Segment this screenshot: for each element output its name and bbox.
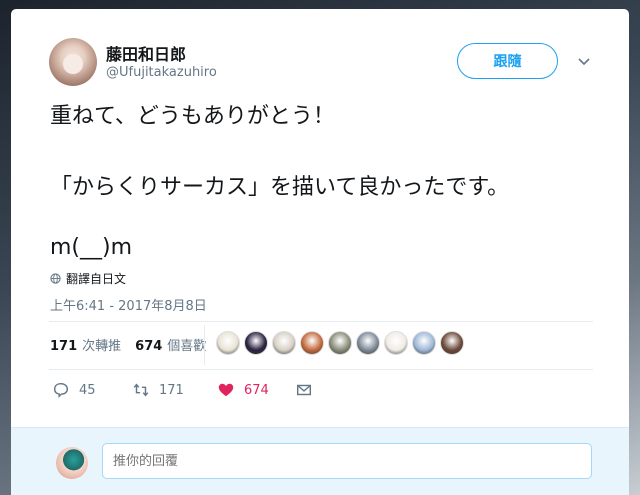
tweet-timestamp[interactable]: 上午6:41 - 2017年8月8日 xyxy=(50,295,207,314)
retweet-stat-count: 171 xyxy=(50,338,78,354)
stats-separator xyxy=(204,325,205,365)
avatar-7[interactable] xyxy=(384,331,408,355)
translate-link[interactable]: 翻譯自日文 xyxy=(50,270,126,287)
user-display-name[interactable]: 藤田和日郎 xyxy=(106,41,186,65)
like-stat[interactable]: 674 個喜歡 xyxy=(135,335,206,354)
retweet-stat[interactable]: 171 次轉推 xyxy=(50,335,121,354)
like-button[interactable]: 674 xyxy=(217,381,295,399)
retweet-stat-label: 次轉推 xyxy=(82,338,122,354)
user-handle[interactable]: @Ufujitakazuhiro xyxy=(106,65,217,80)
chevron-down-icon[interactable] xyxy=(577,54,591,68)
like-stat-count: 674 xyxy=(135,338,163,354)
avatar-9[interactable] xyxy=(440,331,464,355)
avatar-3[interactable] xyxy=(272,331,296,355)
avatar-6[interactable] xyxy=(356,331,380,355)
reply-input[interactable] xyxy=(102,443,592,479)
like-count: 674 xyxy=(244,382,269,398)
reply-bar xyxy=(11,427,629,495)
like-stat-label: 個喜歡 xyxy=(167,338,207,354)
avatar-1[interactable] xyxy=(216,331,240,355)
reply-icon xyxy=(53,382,69,399)
tweet-actions: 45 171 674 xyxy=(52,381,313,399)
envelope-icon xyxy=(296,384,312,396)
direct-message-button[interactable] xyxy=(295,381,313,399)
follow-button[interactable]: 跟隨 xyxy=(457,43,558,79)
avatar-5[interactable] xyxy=(328,331,352,355)
avatar-8[interactable] xyxy=(412,331,436,355)
current-user-avatar xyxy=(56,447,88,479)
avatar-2[interactable] xyxy=(244,331,268,355)
globe-icon xyxy=(50,273,61,284)
divider xyxy=(49,321,593,322)
heart-icon xyxy=(218,383,234,397)
tweet-text-line-3: m(__)m xyxy=(50,235,133,260)
translate-label: 翻譯自日文 xyxy=(66,272,127,286)
reply-count: 45 xyxy=(79,382,96,398)
retweet-count: 171 xyxy=(159,382,184,398)
tweet-stats: 171 次轉推 674 個喜歡 xyxy=(50,335,206,354)
tweet-text-line-2: 「からくりサーカス」を描いて良かったです。 xyxy=(50,175,510,200)
divider xyxy=(49,369,593,370)
avatar-4[interactable] xyxy=(300,331,324,355)
retweet-button[interactable]: 171 xyxy=(132,381,217,399)
tweet-card: 藤田和日郎 @Ufujitakazuhiro 跟隨 重ねて、どうもありがとう！ … xyxy=(11,9,629,495)
reply-button[interactable]: 45 xyxy=(52,381,132,399)
user-avatar[interactable] xyxy=(49,38,97,86)
liker-avatars xyxy=(216,331,464,355)
retweet-icon xyxy=(133,383,149,397)
tweet-text-line-1: 重ねて、どうもありがとう！ xyxy=(50,104,335,129)
